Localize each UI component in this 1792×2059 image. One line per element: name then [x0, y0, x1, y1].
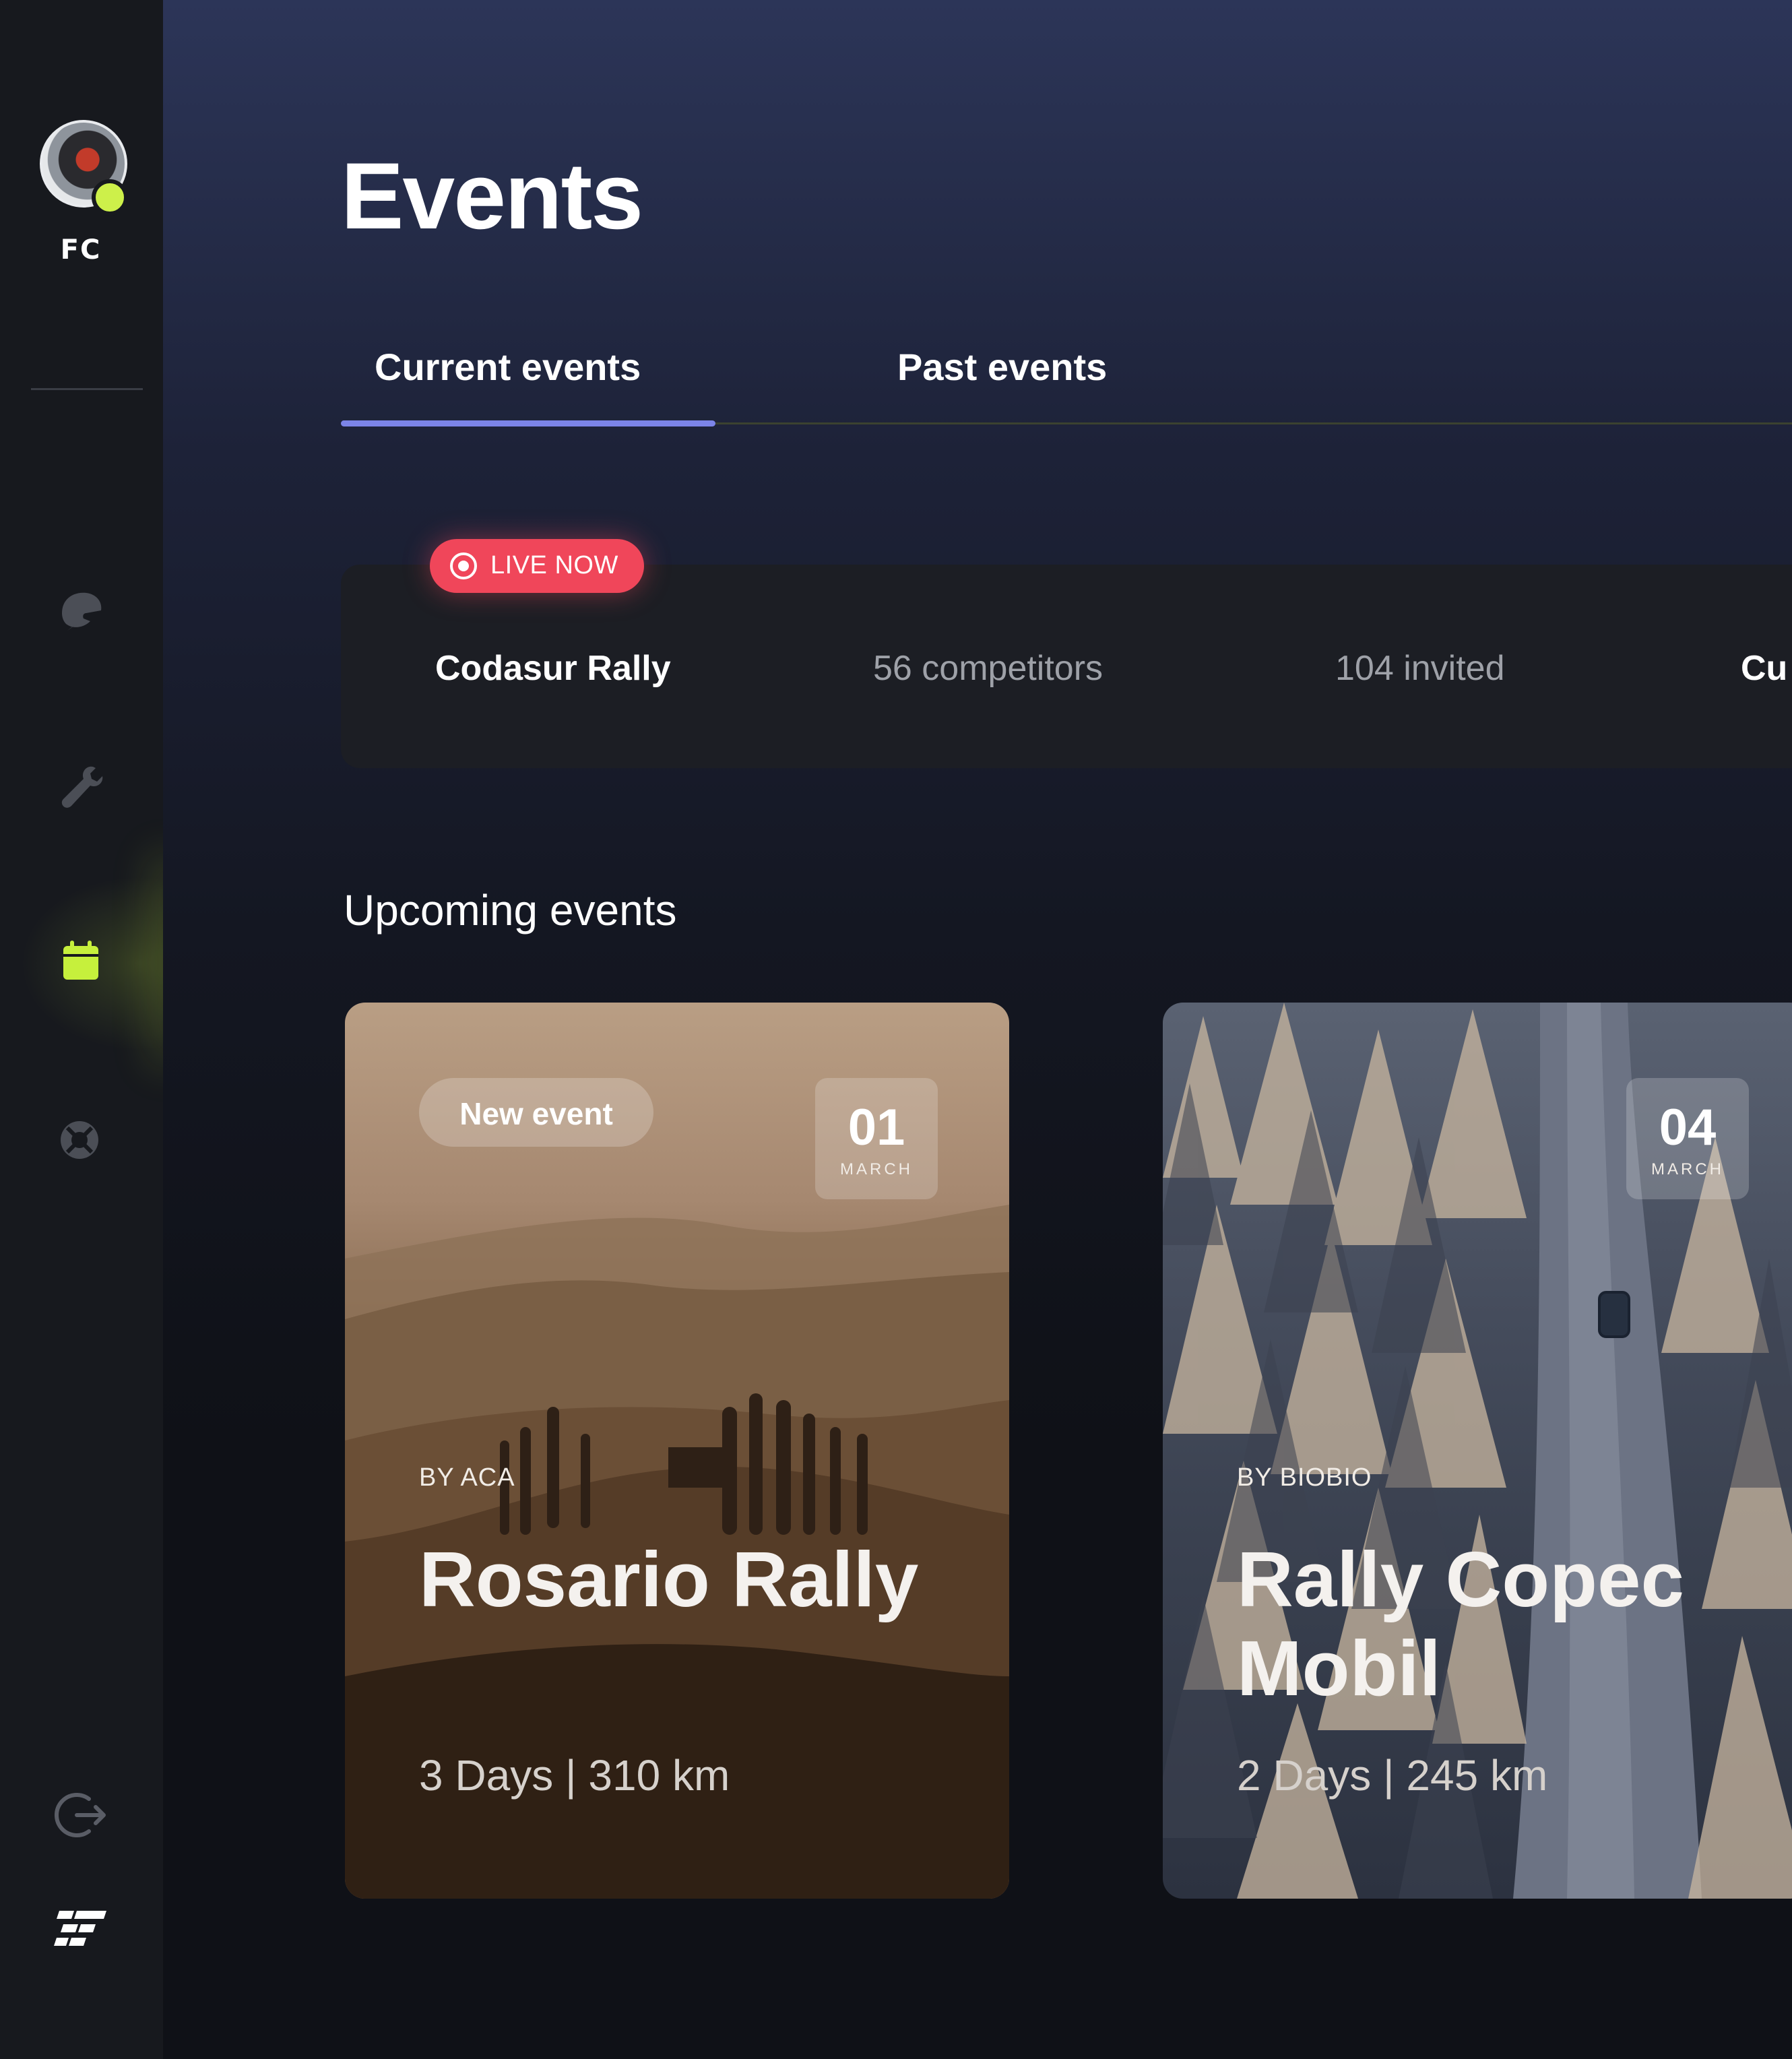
tab-current-events[interactable]: Current events	[375, 345, 641, 389]
checkered-flag-logo	[54, 1897, 110, 1954]
event-card-copec[interactable]: 04 MARCH BY BIOBIO Rally Copec Mobil 2 D…	[1163, 1003, 1792, 1899]
active-tab-indicator	[341, 420, 715, 426]
user-initials: FC	[60, 234, 102, 265]
sidebar-divider	[31, 388, 143, 390]
sidebar: FC	[0, 0, 168, 2059]
live-badge-label: LIVE NOW	[490, 551, 618, 579]
live-event-extra: Cu	[1741, 649, 1788, 688]
calendar-icon[interactable]	[54, 934, 108, 988]
date-month: MARCH	[840, 1160, 913, 1178]
live-event-competitors: 56 competitors	[873, 649, 1103, 688]
lifebuoy-icon[interactable]	[54, 1113, 108, 1167]
date-month: MARCH	[1651, 1160, 1724, 1178]
date-badge: 04 MARCH	[1626, 1078, 1749, 1199]
event-meta: 2 Days | 245 km	[1237, 1751, 1548, 1800]
live-now-badge: LIVE NOW	[430, 539, 644, 593]
wrench-icon[interactable]	[54, 760, 108, 814]
event-title: Rally Copec Mobil	[1237, 1535, 1684, 1712]
event-organizer: BY ACA	[419, 1463, 515, 1492]
date-day: 04	[1659, 1099, 1717, 1156]
page-title: Events	[341, 143, 643, 249]
live-event-invited: 104 invited	[1335, 649, 1505, 688]
main-content: Events Current events Past events LIVE N…	[163, 0, 1792, 2059]
date-day: 01	[847, 1099, 905, 1156]
event-organizer: BY BIOBIO	[1237, 1463, 1372, 1492]
tab-past-events[interactable]: Past events	[897, 345, 1107, 389]
new-event-label: New event	[459, 1096, 613, 1131]
new-event-badge: New event	[419, 1078, 653, 1147]
online-status-dot	[92, 179, 128, 216]
live-event-name: Codasur Rally	[435, 649, 671, 688]
upcoming-events-title: Upcoming events	[344, 886, 677, 935]
event-card-rosario[interactable]: New event 01 MARCH BY ACA Rosario Rally …	[345, 1003, 1009, 1899]
event-meta: 3 Days | 310 km	[419, 1751, 730, 1800]
logout-icon[interactable]	[54, 1787, 110, 1843]
date-badge: 01 MARCH	[815, 1078, 938, 1199]
record-icon	[450, 552, 477, 579]
helmet-icon[interactable]	[54, 583, 108, 637]
event-title: Rosario Rally	[419, 1535, 919, 1623]
